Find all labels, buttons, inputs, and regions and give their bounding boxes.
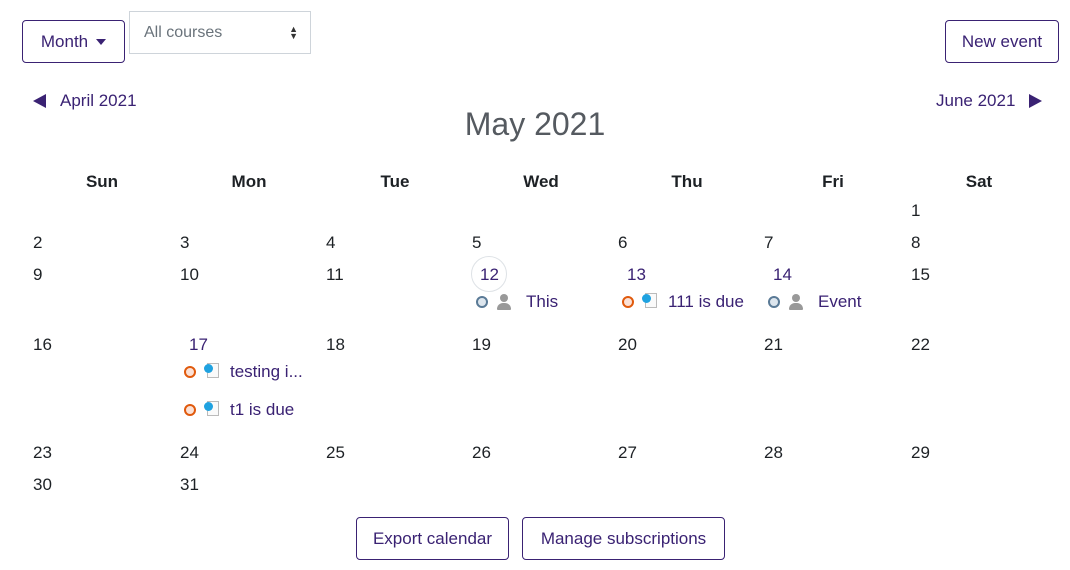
weekday-sat: Sat xyxy=(965,172,993,191)
day-cell[interactable]: 15 xyxy=(911,265,930,285)
day-cell[interactable]: 29 xyxy=(911,443,930,463)
day-cell[interactable]: 30 xyxy=(33,475,52,495)
day-cell[interactable]: 31 xyxy=(180,475,199,495)
day-cell[interactable]: 3 xyxy=(180,233,189,253)
day-cell[interactable]: 14 xyxy=(773,265,792,285)
day-cell[interactable]: 7 xyxy=(764,233,773,253)
event-item[interactable]: Event xyxy=(768,292,861,312)
weekday-sun: Sun xyxy=(85,172,119,191)
day-cell[interactable]: 2 xyxy=(33,233,42,253)
day-cell[interactable]: 16 xyxy=(33,335,52,355)
weekday-tue: Tue xyxy=(380,172,410,191)
course-event-dot-icon xyxy=(622,296,634,308)
day-cell[interactable]: 19 xyxy=(472,335,491,355)
event-label: Event xyxy=(818,292,862,311)
new-event-button[interactable]: New event xyxy=(945,20,1059,63)
user-event-dot-icon xyxy=(476,296,488,308)
course-event-dot-icon xyxy=(184,366,196,378)
assignment-icon xyxy=(204,401,220,419)
assignment-icon xyxy=(204,363,220,381)
day-cell[interactable]: 6 xyxy=(618,233,627,253)
day-cell[interactable]: 8 xyxy=(911,233,920,253)
export-calendar-label: Export calendar xyxy=(372,528,493,548)
course-event-dot-icon xyxy=(184,404,196,416)
day-cell[interactable]: 22 xyxy=(911,335,930,355)
day-cell[interactable]: 27 xyxy=(618,443,637,463)
event-label: testing i... xyxy=(230,362,303,381)
day-cell[interactable]: 17 xyxy=(189,335,208,355)
day-cell[interactable]: 20 xyxy=(618,335,637,355)
event-item[interactable]: t1 is due xyxy=(184,400,294,420)
day-cell[interactable]: 23 xyxy=(33,443,52,463)
weekday-fri: Fri xyxy=(822,172,844,191)
day-cell[interactable]: 28 xyxy=(764,443,783,463)
day-cell[interactable]: 5 xyxy=(472,233,481,253)
event-item[interactable]: testing i... xyxy=(184,362,303,382)
user-icon xyxy=(788,294,804,310)
day-cell[interactable]: 18 xyxy=(326,335,345,355)
event-label: t1 is due xyxy=(230,400,295,419)
day-cell[interactable]: 13 xyxy=(627,265,646,285)
course-select[interactable]: All courses ▲ ▼ xyxy=(129,11,311,54)
weekday-mon: Mon xyxy=(231,172,267,191)
event-label: 111 is due xyxy=(668,292,744,311)
event-item[interactable]: This xyxy=(476,292,558,312)
view-month-dropdown[interactable]: Month xyxy=(22,20,125,63)
day-cell-today[interactable]: 12 xyxy=(480,265,499,285)
day-cell[interactable]: 25 xyxy=(326,443,345,463)
manage-subscriptions-label: Manage subscriptions xyxy=(540,528,707,548)
view-month-label: Month xyxy=(40,31,89,51)
manage-subscriptions-button[interactable]: Manage subscriptions xyxy=(522,517,725,560)
select-arrows-icon: ▲ ▼ xyxy=(289,24,298,41)
day-cell[interactable]: 26 xyxy=(472,443,491,463)
day-cell[interactable]: 4 xyxy=(326,233,335,253)
day-cell[interactable]: 24 xyxy=(180,443,199,463)
day-cell[interactable]: 1 xyxy=(911,201,920,221)
weekday-thu: Thu xyxy=(671,172,703,191)
user-event-dot-icon xyxy=(768,296,780,308)
new-event-label: New event xyxy=(961,31,1043,51)
weekday-wed: Wed xyxy=(523,172,559,191)
day-cell[interactable]: 9 xyxy=(33,265,42,285)
user-icon xyxy=(496,294,512,310)
event-label: This xyxy=(526,292,559,311)
day-cell[interactable]: 10 xyxy=(180,265,199,285)
month-title: May 2021 xyxy=(464,106,606,142)
caret-down-icon xyxy=(96,38,107,45)
export-calendar-button[interactable]: Export calendar xyxy=(356,517,509,560)
day-cell[interactable]: 21 xyxy=(764,335,783,355)
course-select-value: All courses xyxy=(144,23,223,41)
assignment-icon xyxy=(642,293,658,311)
day-cell[interactable]: 11 xyxy=(326,265,344,285)
event-item[interactable]: 111 is due xyxy=(622,292,744,312)
